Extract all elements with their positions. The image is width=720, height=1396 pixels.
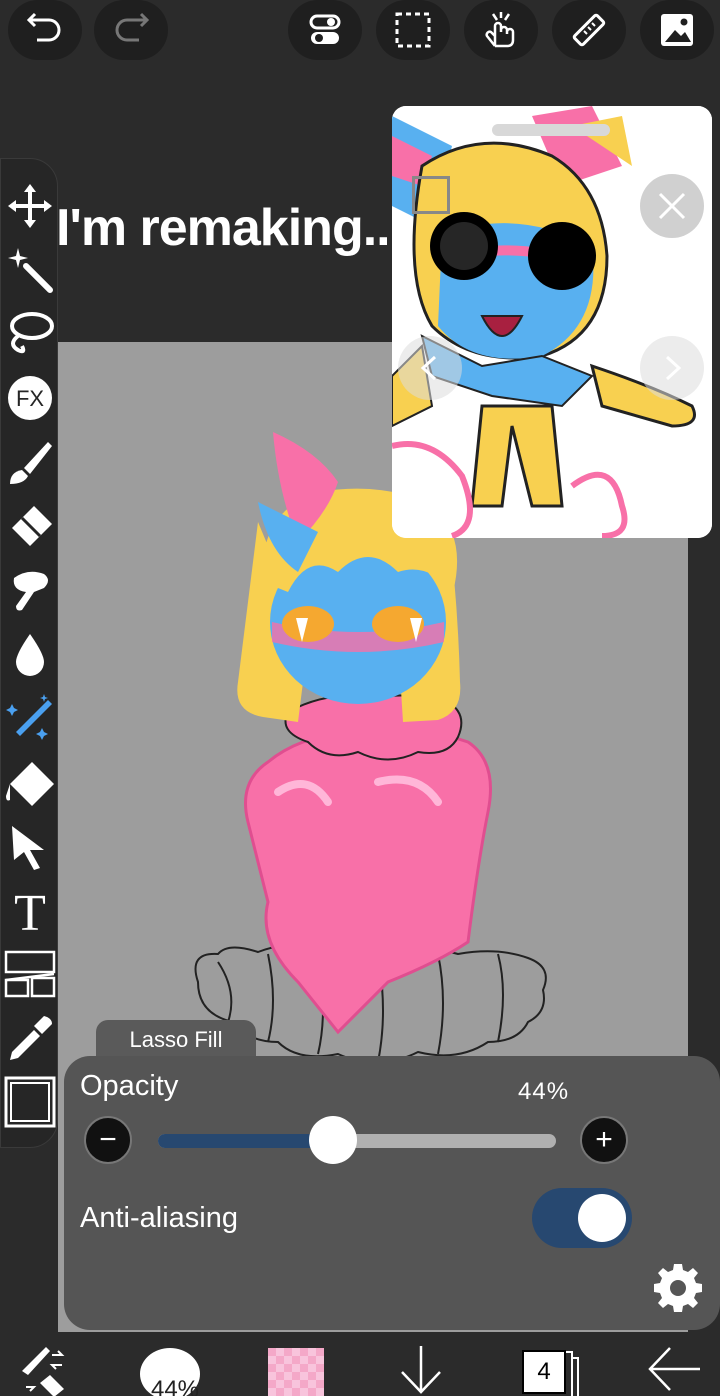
left-toolbar: FX T [0, 158, 58, 1148]
blur-drop-icon [16, 634, 44, 676]
move-icon [8, 184, 52, 228]
plus-icon: + [595, 1123, 613, 1156]
reference-close-button[interactable] [640, 174, 704, 238]
ruler-button[interactable] [552, 0, 626, 60]
reference-prev-button[interactable] [398, 336, 462, 400]
tool-bucket[interactable] [1, 751, 59, 813]
minus-icon: − [99, 1123, 117, 1156]
smudge-icon [13, 571, 48, 611]
tool-eyedropper[interactable] [1, 1007, 59, 1069]
tool-magic-wand[interactable] [1, 239, 59, 301]
ruler-icon [572, 13, 606, 47]
quick-tools-button[interactable] [14, 1342, 74, 1396]
opacity-slider-fill [158, 1134, 334, 1148]
arrow-left-icon [648, 1347, 700, 1391]
reference-next-button[interactable] [640, 336, 704, 400]
reference-drag-handle[interactable] [492, 124, 610, 136]
tool-select-arrow[interactable] [1, 815, 59, 877]
tool-brush[interactable] [1, 431, 59, 493]
select-arrow-icon [12, 826, 44, 870]
top-toolbar [0, 0, 720, 70]
image-icon [661, 14, 693, 46]
layers-button[interactable]: 4 [522, 1350, 566, 1394]
eyedropper-icon [10, 1016, 52, 1060]
reference-window[interactable] [392, 106, 712, 538]
anti-aliasing-toggle[interactable] [532, 1188, 632, 1248]
back-button[interactable] [644, 1342, 704, 1396]
text-tool-label: T [14, 885, 46, 936]
lasso-fill-panel: Opacity 44% − + Anti-aliasing [64, 1056, 720, 1330]
image-button[interactable] [640, 0, 714, 60]
opacity-label: Opacity [80, 1070, 179, 1102]
bottom-toolbar: 44% 4 [0, 1332, 720, 1396]
gear-icon[interactable] [652, 1262, 704, 1314]
frame-divider-icon [4, 950, 56, 998]
eraser-icon [12, 506, 52, 546]
brush-size-label: 44% [150, 1376, 200, 1396]
magic-wand-icon [8, 248, 53, 293]
brush-icon [10, 442, 52, 484]
anti-aliasing-label: Anti-aliasing [80, 1202, 238, 1234]
special-brush-icon [6, 694, 52, 740]
selection-icon [395, 12, 431, 48]
undo-button[interactable] [8, 0, 82, 60]
tool-smudge[interactable] [1, 559, 59, 621]
color-swatch[interactable] [268, 1348, 324, 1396]
text-icon: T [14, 885, 46, 936]
tool-lasso[interactable] [1, 303, 59, 365]
import-layer-button[interactable] [396, 1342, 446, 1396]
selection-button[interactable] [376, 0, 450, 60]
reference-image [392, 106, 712, 538]
tool-blur[interactable] [1, 623, 59, 685]
redo-button[interactable] [94, 0, 168, 60]
lasso-icon [10, 312, 54, 354]
canvas-icon [4, 1076, 56, 1128]
bucket-icon [6, 762, 54, 806]
opacity-slider-handle[interactable] [309, 1116, 358, 1164]
anti-aliasing-toggle-knob [578, 1194, 626, 1242]
opacity-decrease-button[interactable]: − [84, 1116, 132, 1164]
undo-icon [26, 12, 61, 42]
tool-frame-divider[interactable] [1, 943, 59, 1005]
opacity-value: 44% [518, 1078, 570, 1105]
tool-fx[interactable]: FX [1, 367, 59, 429]
toggle-layers-icon [309, 14, 341, 44]
fx-label: FX [16, 386, 44, 411]
fx-icon: FX [8, 376, 52, 420]
arrow-down-icon [401, 1346, 441, 1394]
gesture-button[interactable] [464, 0, 538, 60]
toggle-layers-button[interactable] [288, 0, 362, 60]
tool-special-brush[interactable] [1, 687, 59, 749]
redo-icon [115, 12, 150, 42]
opacity-increase-button[interactable]: + [580, 1116, 628, 1164]
gesture-icon [485, 12, 515, 48]
overlay-caption: I'm remaking... [56, 199, 404, 257]
layers-stack-icon [566, 1351, 579, 1396]
tool-move[interactable] [1, 175, 59, 237]
tool-eraser[interactable] [1, 495, 59, 557]
tool-text[interactable]: T [1, 879, 59, 941]
chevron-left-icon [420, 355, 437, 381]
chevron-right-icon [665, 355, 682, 381]
tool-canvas[interactable] [1, 1071, 59, 1133]
reference-fit-frame-icon[interactable] [412, 176, 450, 214]
lasso-fill-tab[interactable]: Lasso Fill [96, 1020, 256, 1060]
close-icon [658, 192, 686, 220]
opacity-slider[interactable] [158, 1116, 556, 1164]
brush-eraser-swap-icon [22, 1347, 65, 1396]
